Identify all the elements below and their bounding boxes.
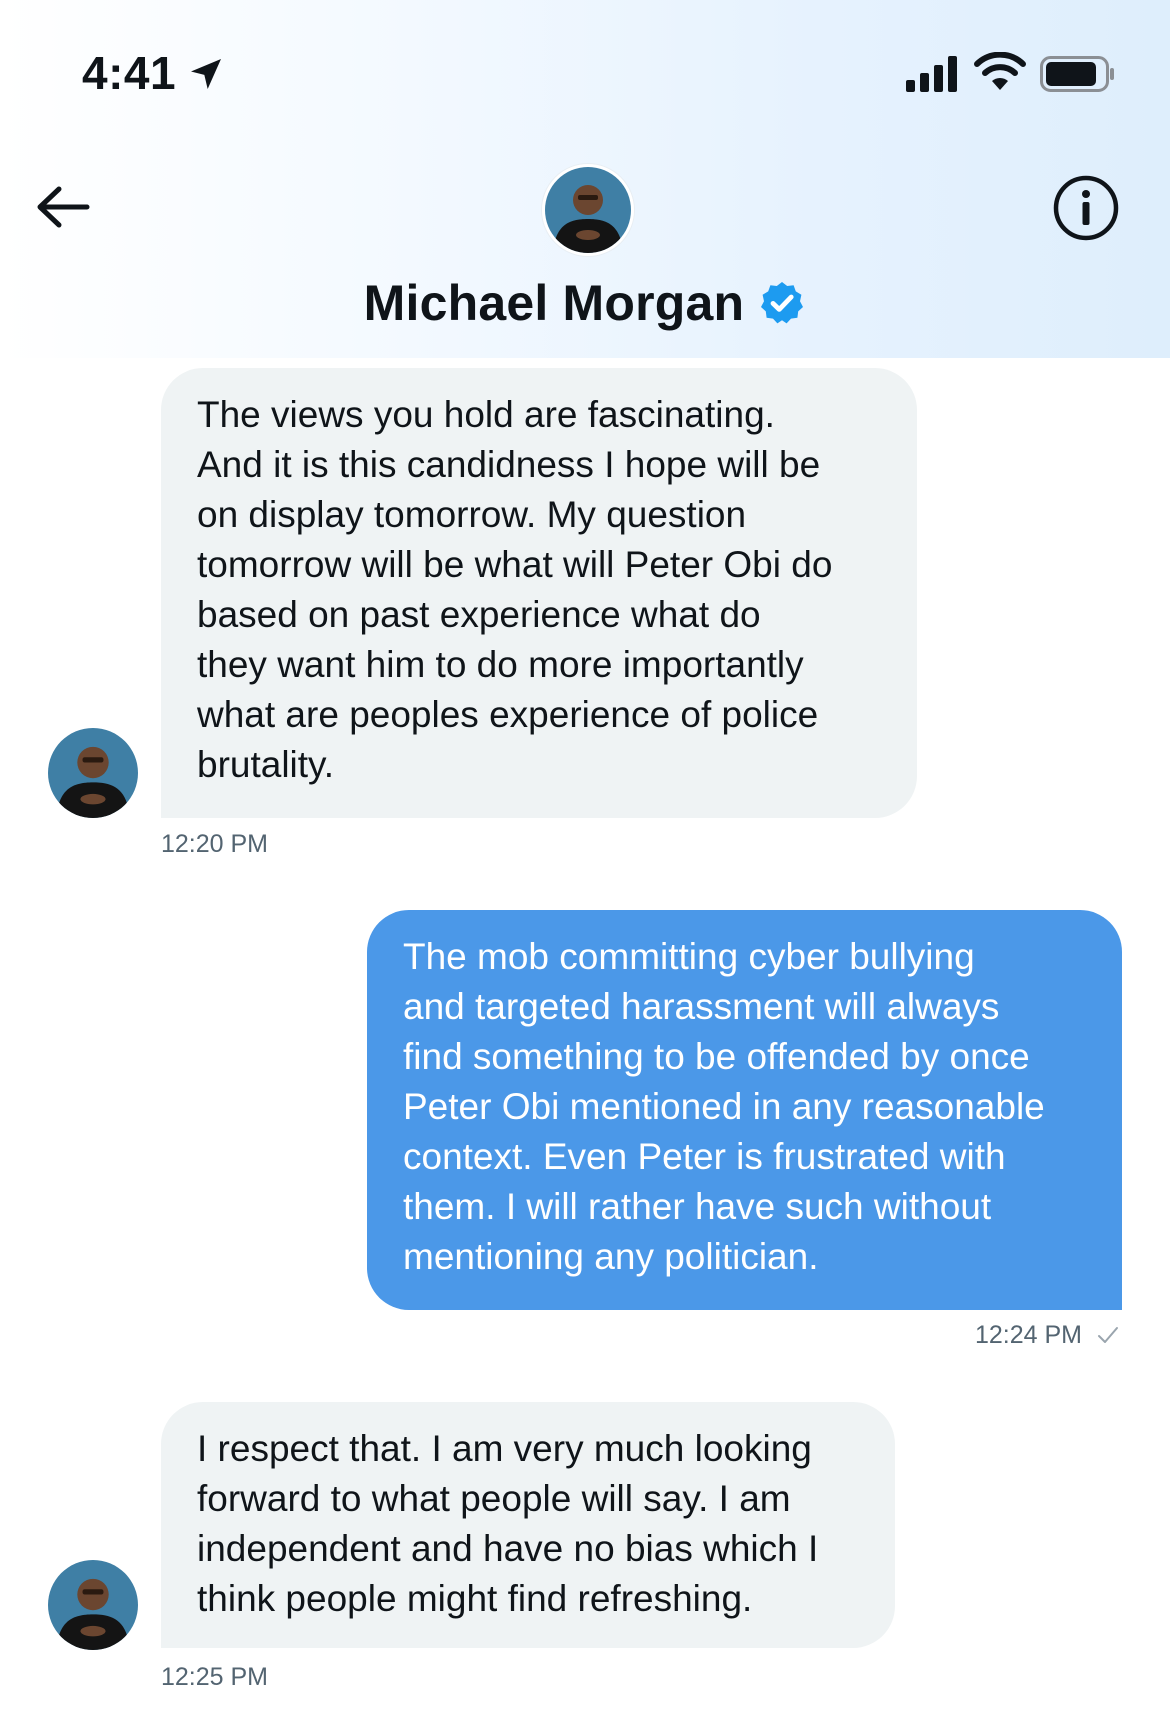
sender-avatar[interactable] xyxy=(48,1560,138,1650)
battery-icon xyxy=(1040,56,1114,92)
message-timestamp: 12:24 PM xyxy=(975,1321,1083,1349)
avatar-photo xyxy=(48,1560,138,1650)
back-button[interactable] xyxy=(30,180,96,234)
back-arrow-icon xyxy=(37,186,90,228)
location-arrow-icon xyxy=(191,59,221,89)
avatar-photo xyxy=(545,167,631,253)
status-bar: 4:41 xyxy=(0,0,1170,140)
contact-name: Michael Morgan xyxy=(363,275,745,331)
message-bubble-incoming[interactable]: The views you hold are fascinating. And … xyxy=(161,368,917,818)
cellular-signal-icon xyxy=(906,56,957,92)
status-time: 4:41 xyxy=(82,47,177,99)
info-icon[interactable] xyxy=(1052,174,1120,242)
avatar-photo xyxy=(48,728,138,818)
message-bubble-incoming[interactable]: I respect that. I am very much looking f… xyxy=(161,1402,895,1648)
contact-avatar[interactable] xyxy=(542,164,634,256)
check-icon xyxy=(1098,1327,1118,1343)
message-timestamp: 12:20 PM xyxy=(161,830,269,858)
message-timestamp: 12:25 PM xyxy=(161,1663,269,1691)
wifi-icon xyxy=(974,52,1026,90)
verified-badge-icon xyxy=(761,282,804,324)
sender-avatar[interactable] xyxy=(48,728,138,818)
contact-header[interactable]: Michael Morgan xyxy=(0,268,1170,338)
message-bubble-outgoing[interactable]: The mob committing cyber bullying and ta… xyxy=(367,910,1122,1310)
